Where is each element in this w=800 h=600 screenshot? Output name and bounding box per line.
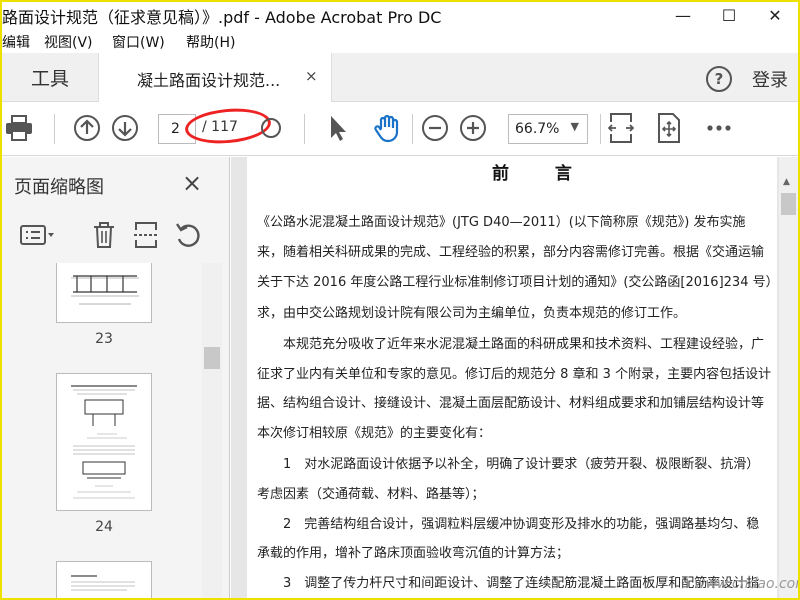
panel-title: 页面缩略图: [14, 177, 104, 198]
scrollbar-thumb[interactable]: [781, 193, 796, 215]
menu-bar: 编辑 视图(V) 窗口(W) 帮助(H): [2, 29, 798, 53]
full-screen-icon[interactable]: [654, 113, 684, 143]
close-tab-icon[interactable]: ×: [305, 67, 318, 85]
toolbar: 2 / 117 66.7% ▼: [2, 102, 798, 156]
options-menu-icon[interactable]: [18, 219, 58, 251]
close-panel-icon[interactable]: ×: [182, 169, 202, 197]
thumbnail-scrollbar[interactable]: [202, 263, 222, 598]
menu-view[interactable]: 视图(V): [44, 32, 93, 52]
text-line: 1 对水泥路面设计依据予以补全，明确了设计要求（疲劳开裂、极限断裂、抗滑）: [257, 457, 760, 472]
delete-page-icon[interactable]: [88, 219, 120, 251]
scrollbar-thumb[interactable]: [204, 347, 220, 369]
thumbnail-page-number: 23: [95, 331, 113, 347]
page-thumbnail[interactable]: [56, 263, 152, 323]
document-view[interactable]: 前 言 《公路水泥混凝土路面设计规范》(JTG D40—2011）(以下简称原《…: [231, 157, 798, 598]
zoom-in-icon[interactable]: [458, 113, 488, 143]
text-line: 关于下达 2016 年度公路工程行业标准制修订项目计划的通知》(交公路函[201…: [257, 275, 777, 290]
toolbar-divider: [54, 114, 55, 144]
text-line: 3 调整了传力杆尺寸和间距设计、调整了连续配筋混凝土路面板厚和配筋率设计指: [257, 576, 760, 591]
select-cursor-icon[interactable]: [322, 113, 352, 143]
thumbnail-page-number: 24: [95, 519, 113, 535]
menu-help[interactable]: 帮助(H): [186, 32, 235, 52]
fit-page-icon[interactable]: [256, 113, 286, 143]
thumbnails-panel: 页面缩略图 × 23 24: [2, 157, 230, 598]
document-scrollbar[interactable]: ▲: [779, 157, 798, 598]
page-heading: 前 言: [492, 164, 592, 184]
tab-document[interactable]: 凝土路面设计规范... ×: [98, 53, 332, 103]
chevron-down-icon: ▼: [570, 120, 579, 133]
text-line: 2 完善结构组合设计，强调粒料层缓冲协调变形及排水的功能，强调路基均匀、稳: [257, 517, 760, 532]
previous-page-icon[interactable]: [72, 113, 102, 143]
text-line: 求，由中交公路规划设计院有限公司为主编单位，负责本规范的修订工作。: [257, 306, 687, 321]
split-page-icon[interactable]: [130, 219, 162, 251]
scroll-up-icon[interactable]: ▲: [783, 177, 790, 187]
maximize-button[interactable]: ☐: [706, 2, 752, 29]
text-line: 本次修订相较原《规范》的主要变化有：: [257, 426, 492, 441]
print-icon[interactable]: [4, 113, 34, 143]
login-button[interactable]: 登录: [752, 66, 788, 92]
text-line: 据、结构组合设计、接缝设计、混凝土面层配筋设计、材料组成要求和加铺层结构设计等: [257, 396, 765, 411]
menu-window[interactable]: 窗口(W): [112, 32, 165, 52]
zoom-level-value: 66.7%: [515, 121, 560, 137]
page-thumbnail[interactable]: [56, 373, 152, 511]
toolbar-divider: [412, 114, 413, 144]
toolbar-divider: [304, 114, 305, 144]
watermark: www.cndao.com: [694, 576, 798, 592]
toolbar-divider: [600, 114, 601, 144]
rotate-page-icon[interactable]: [172, 219, 204, 251]
help-icon[interactable]: ?: [706, 66, 732, 92]
minimize-button[interactable]: —: [660, 2, 706, 29]
close-window-button[interactable]: ✕: [752, 2, 798, 29]
hand-tool-icon[interactable]: [372, 113, 402, 143]
text-line: 承载的作用，增补了路床顶面验收弯沉值的计算方法；: [257, 546, 570, 561]
tab-tools[interactable]: 工具: [2, 53, 98, 102]
zoom-level-select[interactable]: 66.7% ▼: [508, 114, 588, 144]
text-line: 本规范充分吸收了近年来水泥混凝土路面的科研成果和技术资料、工程建设经验，广: [257, 337, 765, 352]
text-line: 《公路水泥混凝土路面设计规范》(JTG D40—2011）(以下简称原《规范》)…: [257, 215, 746, 230]
next-page-icon[interactable]: [110, 113, 140, 143]
zoom-out-icon[interactable]: [420, 113, 450, 143]
text-line: 考虑因素（交通荷载、材料、路基等）；: [257, 487, 485, 502]
tab-bar: 工具 凝土路面设计规范... × ? 登录: [2, 53, 798, 103]
scroll-mode-icon[interactable]: [606, 113, 636, 143]
page-thumbnail[interactable]: [56, 561, 152, 598]
text-line: 征求了业内有关单位和专家的意见。修订后的规范分 8 章和 3 个附录，主要内容包…: [257, 367, 772, 382]
title-bar: 路面设计规范（征求意见稿）》.pdf - Adobe Acrobat Pro D…: [2, 2, 798, 29]
text-line: 来，随着相关科研成果的完成、工程经验的积累，部分内容需修订完善。根据《交通运输: [257, 245, 765, 260]
menu-edit[interactable]: 编辑: [2, 32, 30, 52]
panel-toolbar: [2, 215, 230, 257]
window-title: 路面设计规范（征求意见稿）》.pdf - Adobe Acrobat Pro D…: [2, 8, 442, 27]
tab-document-label: 凝土路面设计规范...: [137, 71, 281, 90]
app-window: 路面设计规范（征求意见稿）》.pdf - Adobe Acrobat Pro D…: [2, 2, 798, 598]
pdf-page: 前 言 《公路水泥混凝土路面设计规范》(JTG D40—2011）(以下简称原《…: [247, 157, 777, 598]
thumbnail-list[interactable]: 23 24: [2, 263, 214, 598]
more-options-icon[interactable]: [704, 113, 734, 143]
